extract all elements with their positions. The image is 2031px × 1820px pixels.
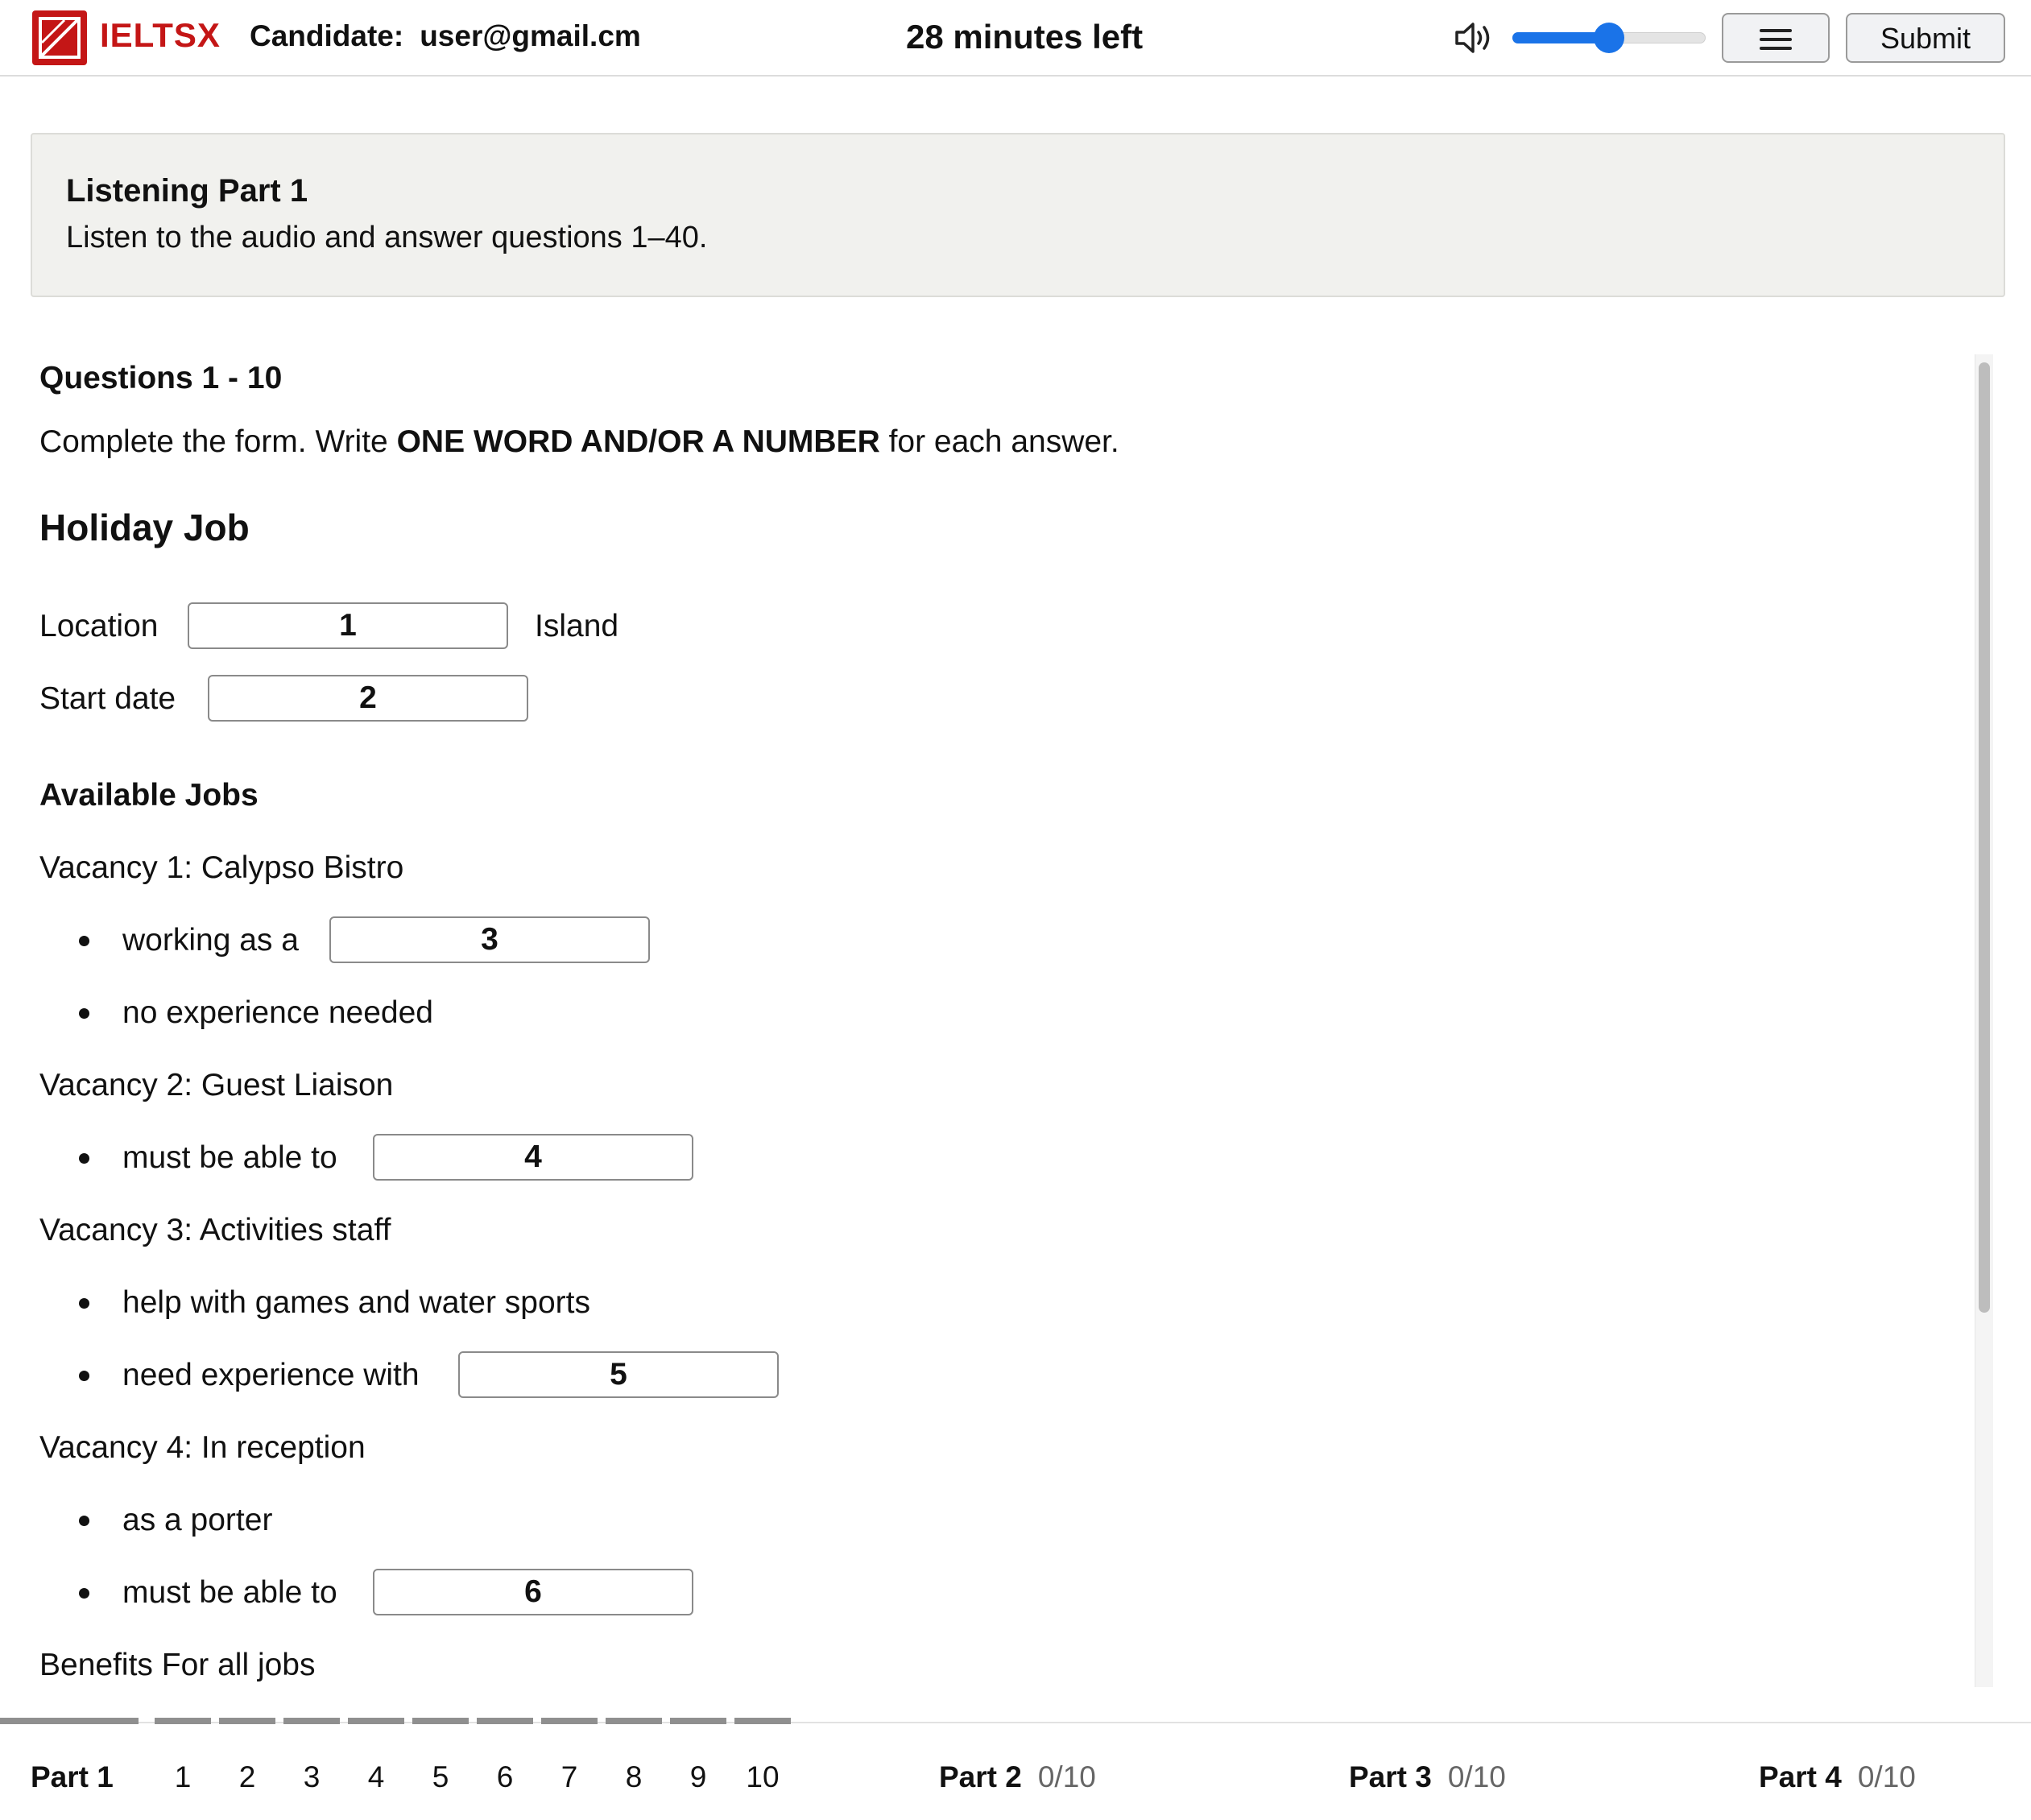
start-date-label: Start date xyxy=(39,681,176,716)
answer-input-6[interactable]: 6 xyxy=(373,1569,693,1615)
q9-progress-segment xyxy=(670,1718,726,1724)
instruction-emphasis: ONE WORD AND/OR A NUMBER xyxy=(396,424,880,459)
bullet-icon xyxy=(79,1516,89,1526)
candidate-label: Candidate: xyxy=(250,19,404,52)
vacancy-4-title: Vacancy 4: In reception xyxy=(39,1430,366,1465)
q4-progress-segment xyxy=(348,1718,404,1724)
answer-input-3[interactable]: 3 xyxy=(329,916,650,963)
vacancy-3-title: Vacancy 3: Activities staff xyxy=(39,1213,391,1247)
v4-item-1: as a porter xyxy=(122,1503,273,1537)
v3-item-2: need experience with xyxy=(122,1358,420,1392)
nav-part-1-label: Part 1 xyxy=(31,1760,114,1793)
vacancy-1-title: Vacancy 1: Calypso Bistro xyxy=(39,850,404,885)
location-suffix: Island xyxy=(535,609,619,643)
form-title: Holiday Job xyxy=(39,507,250,548)
bullet-icon xyxy=(79,1298,89,1309)
nav-part-3-count: 0/10 xyxy=(1447,1760,1506,1793)
brand-name: IELTSX xyxy=(100,16,221,54)
submit-button[interactable]: Submit xyxy=(1846,13,2005,63)
part-description: Listen to the audio and answer questions… xyxy=(66,221,708,254)
bullet-icon xyxy=(79,1588,89,1599)
instruction-prefix: Complete the form. Write xyxy=(39,424,397,459)
time-remaining: 28 minutes left xyxy=(906,18,1144,56)
q10-progress-segment xyxy=(734,1718,791,1724)
hamburger-icon-line xyxy=(1760,29,1792,32)
nav-part-2[interactable]: Part 2 0/10 xyxy=(939,1760,1096,1794)
nav-question-6[interactable]: 6 xyxy=(481,1760,529,1794)
answer-input-5[interactable]: 5 xyxy=(458,1351,779,1398)
part-instructions: Listening Part 1 Listen to the audio and… xyxy=(31,133,2005,297)
q6-progress-segment xyxy=(477,1718,533,1724)
nav-part-3-label: Part 3 xyxy=(1349,1760,1432,1793)
bullet-icon xyxy=(79,1371,89,1381)
benefits-heading: Benefits For all jobs xyxy=(39,1648,316,1682)
nav-question-9[interactable]: 9 xyxy=(674,1760,722,1794)
volume-slider[interactable] xyxy=(1512,23,1706,53)
v2-item-1: must be able to xyxy=(122,1140,337,1175)
volume-slider-thumb[interactable] xyxy=(1594,23,1624,53)
q1-progress-segment xyxy=(155,1718,211,1724)
nav-question-7[interactable]: 7 xyxy=(545,1760,594,1794)
nav-question-10[interactable]: 10 xyxy=(738,1760,787,1794)
available-jobs-heading: Available Jobs xyxy=(39,778,259,813)
nav-part-2-count: 0/10 xyxy=(1037,1760,1096,1793)
question-range: Questions 1 - 10 xyxy=(39,361,283,395)
bullet-icon xyxy=(79,1008,89,1019)
part-title: Listening Part 1 xyxy=(66,173,308,209)
v1-item-1: working as a xyxy=(122,923,299,958)
volume-icon[interactable] xyxy=(1454,19,1495,56)
nav-question-2[interactable]: 2 xyxy=(223,1760,271,1794)
question-scrollbar[interactable] xyxy=(1975,354,1993,1687)
hamburger-icon-line xyxy=(1760,47,1792,50)
q5-progress-segment xyxy=(412,1718,469,1724)
bullet-icon xyxy=(79,1153,89,1164)
nav-part-4[interactable]: Part 4 0/10 xyxy=(1759,1760,1916,1794)
location-label: Location xyxy=(39,609,159,643)
candidate-info: Candidate: user@gmail.cm xyxy=(250,19,641,53)
scrollbar-thumb[interactable] xyxy=(1979,362,1990,1313)
q3-progress-segment xyxy=(283,1718,340,1724)
nav-question-5[interactable]: 5 xyxy=(416,1760,465,1794)
hamburger-icon-line xyxy=(1760,38,1792,41)
q2-progress-segment xyxy=(219,1718,275,1724)
nav-part-1[interactable]: Part 1 xyxy=(31,1760,114,1794)
q7-progress-segment xyxy=(541,1718,598,1724)
answer-input-1[interactable]: 1 xyxy=(188,602,508,649)
menu-button[interactable] xyxy=(1722,13,1830,63)
nav-question-4[interactable]: 4 xyxy=(352,1760,400,1794)
vacancy-2-title: Vacancy 2: Guest Liaison xyxy=(39,1068,394,1102)
q8-progress-segment xyxy=(606,1718,662,1724)
top-bar: IELTSX Candidate: user@gmail.cm 28 minute… xyxy=(0,0,2031,77)
part1-progress-segment xyxy=(0,1718,139,1724)
candidate-email: user@gmail.cm xyxy=(420,19,641,52)
answer-input-4[interactable]: 4 xyxy=(373,1134,693,1181)
question-navigator: Part 1 1 2 3 4 5 6 7 8 9 10 Part 2 0/10 P… xyxy=(0,1718,2031,1820)
nav-question-1[interactable]: 1 xyxy=(159,1760,207,1794)
v4-item-2: must be able to xyxy=(122,1575,337,1610)
v1-item-2: no experience needed xyxy=(122,995,433,1030)
nav-part-2-label: Part 2 xyxy=(939,1760,1022,1793)
nav-part-3[interactable]: Part 3 0/10 xyxy=(1349,1760,1506,1794)
bullet-icon xyxy=(79,936,89,946)
instruction-text: Complete the form. Write ONE WORD AND/OR… xyxy=(39,424,1119,460)
nav-question-8[interactable]: 8 xyxy=(610,1760,658,1794)
instruction-suffix: for each answer. xyxy=(879,424,1119,459)
nav-question-3[interactable]: 3 xyxy=(287,1760,336,1794)
v3-item-1: help with games and water sports xyxy=(122,1285,590,1320)
answer-input-2[interactable]: 2 xyxy=(208,675,528,722)
logo-icon xyxy=(32,10,87,65)
nav-part-4-count: 0/10 xyxy=(1857,1760,1916,1793)
nav-part-4-label: Part 4 xyxy=(1759,1760,1842,1793)
